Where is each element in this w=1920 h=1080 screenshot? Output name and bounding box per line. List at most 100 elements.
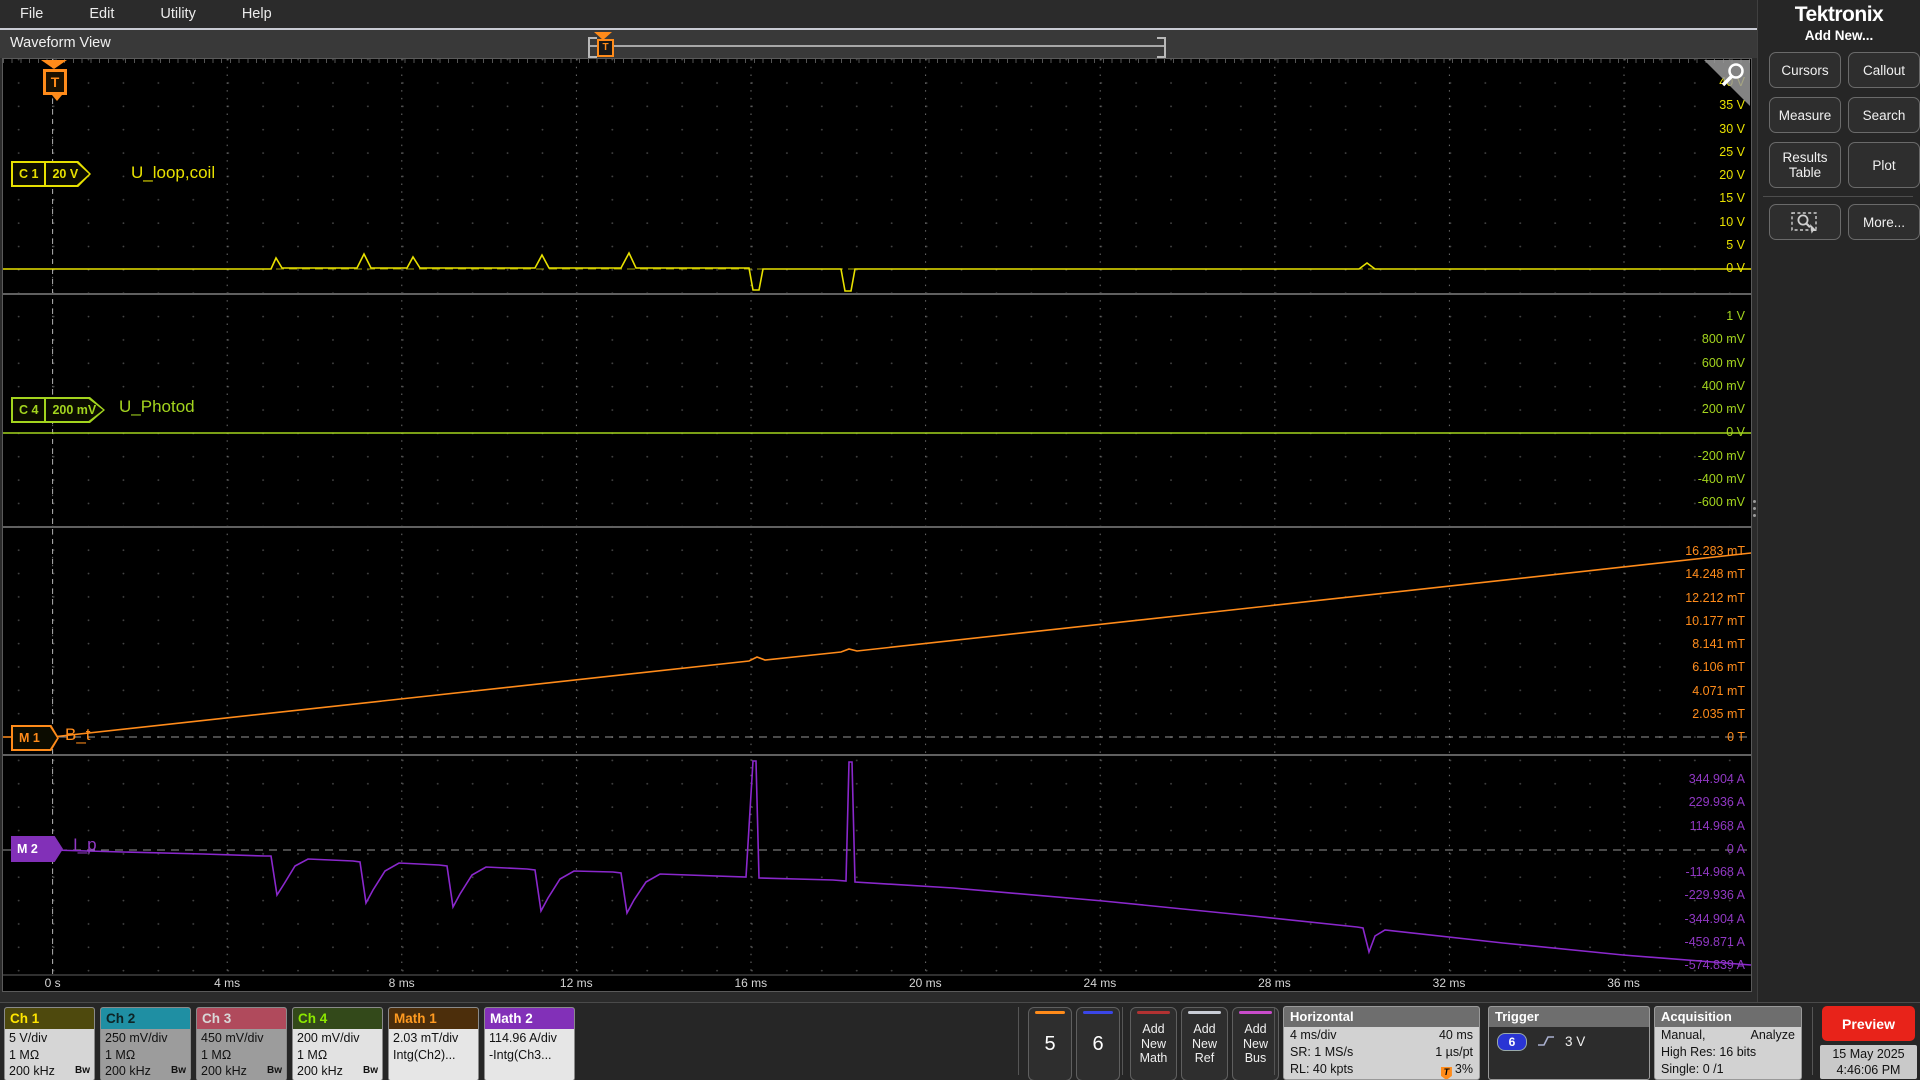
channel-scale-value: 5 V/div — [9, 1031, 48, 1045]
horizontal-panel-title: Horizontal — [1284, 1007, 1479, 1027]
axis-tick-label: -200 mV — [1697, 448, 1745, 463]
channel-badge[interactable]: Ch 4 200 mV/div 1 MΩ 200 kHz Bw — [292, 1007, 383, 1080]
axis-tick-label: 800 mV — [1701, 332, 1745, 347]
axis-tick-label: -574.839 A — [1684, 958, 1745, 972]
cursors-button[interactable]: Cursors — [1769, 52, 1841, 88]
trigger-panel[interactable]: Trigger 6 3 V — [1488, 1006, 1650, 1080]
time-tick-label: 12 ms — [559, 976, 593, 990]
axis-tick-label: 30 V — [1719, 121, 1745, 136]
trigger-marker-stem — [52, 95, 62, 101]
bandwidth-limit-badge: Bw — [267, 1065, 282, 1076]
channel-badge[interactable]: Ch 3 450 mV/div 1 MΩ 200 kHz Bw — [196, 1007, 287, 1080]
results-table-button[interactable]: Results Table — [1769, 142, 1841, 188]
axis-tick-label: 16.283 mT — [1685, 544, 1745, 558]
panel-splitter-handle[interactable] — [1753, 500, 1756, 517]
waveform-view-header: Waveform View T — [0, 28, 1757, 58]
axis-tick-label: 0 T — [1727, 730, 1745, 744]
math1-badge-id: M 1 — [19, 731, 40, 745]
trigger-marker-flag-icon[interactable]: T — [43, 69, 67, 95]
trigger-source-badge: 6 — [1497, 1033, 1527, 1051]
channel-badge[interactable]: Ch 2 250 mV/div 1 MΩ 200 kHz Bw — [100, 1007, 191, 1080]
right-sidebar: Tektronix Add New... Cursors Callout Mea… — [1757, 0, 1920, 1002]
plot-button[interactable]: Plot — [1848, 142, 1920, 188]
trigger-marker-triangle-icon[interactable] — [41, 60, 67, 69]
trigger-panel-title: Trigger — [1489, 1007, 1649, 1027]
axis-tick-label: -229.936 A — [1684, 888, 1745, 903]
trigger-position-flag-icon[interactable]: T — [597, 39, 614, 57]
axis-tick-label: 0 V — [1726, 425, 1745, 440]
math2-handle-badge[interactable]: M 2 — [11, 836, 63, 862]
settings-bar: Ch 1 5 V/div 1 MΩ 200 kHz Bw Ch 2 250 mV… — [0, 1002, 1920, 1080]
measure-button[interactable]: Measure — [1769, 97, 1841, 133]
add-button-label: Add New Bus — [1242, 1022, 1268, 1066]
time-axis-labels: 0 s 4 ms 8 ms 12 ms 16 ms 20 ms 24 ms 28 ms 32 m… — [3, 976, 1751, 992]
callout-button[interactable]: Callout — [1848, 52, 1920, 88]
axis-tick-label: 12.212 mT — [1685, 590, 1745, 605]
axis-tick-label: 600 mV — [1701, 355, 1745, 370]
preview-button[interactable]: Preview — [1822, 1006, 1915, 1041]
add-new-button[interactable]: Add New Math — [1130, 1007, 1177, 1080]
axis-tick-label: 6.106 mT — [1692, 660, 1745, 675]
menu-item[interactable]: Help — [242, 6, 272, 22]
menu-item[interactable]: Edit — [89, 6, 114, 22]
magnifier-icon — [1721, 63, 1744, 87]
channel-scale-value: 200 mV/div — [297, 1031, 360, 1045]
channel-scale-value: 2.03 mT/div — [393, 1031, 459, 1045]
ch4-handle-badge[interactable]: C 4 200 mV — [11, 397, 105, 423]
bandwidth-limit-badge: Bw — [363, 1065, 378, 1076]
ch1-trace-label[interactable]: U_loop,coil — [131, 163, 215, 183]
overview-track — [588, 45, 1166, 47]
menu-item[interactable]: Utility — [160, 6, 195, 22]
time-tick-label: 20 ms — [909, 976, 942, 990]
datetime-display: 15 May 2025 4:46:06 PM — [1820, 1045, 1917, 1079]
wave-color-stripe — [1035, 1011, 1065, 1014]
wave-number-button[interactable]: 6 — [1076, 1007, 1120, 1080]
zoom-select-button[interactable] — [1769, 204, 1841, 240]
menu-item[interactable]: File — [20, 6, 43, 22]
add-new-button[interactable]: Add New Bus — [1232, 1007, 1279, 1080]
horizontal-panel[interactable]: Horizontal 4 ms/div 40 ms SR: 1 MS/s 1 µs/… — [1283, 1006, 1480, 1080]
ch1-handle-badge[interactable]: C 1 20 V — [11, 161, 91, 187]
horizontal-overview-bar[interactable]: T — [588, 32, 1166, 58]
channel-impedance-value: 1 MΩ — [105, 1047, 136, 1062]
time-tick-label: 0 s — [44, 976, 61, 990]
axis-labels-math1: 16.283 mT 14.248 mT 12.212 mT 10.177 mT 8.14… — [1685, 540, 1745, 749]
tektronix-logo: Tektronix — [1794, 3, 1884, 26]
math2-badge-id: M 2 — [17, 842, 38, 856]
add-new-button[interactable]: Add New Ref — [1181, 1007, 1228, 1080]
channel-badge[interactable]: Math 2 114.96 A/div -Intg(Ch3... — [484, 1007, 575, 1080]
overview-right-bracket — [1157, 37, 1166, 58]
channel-scale-value: 450 mV/div — [201, 1031, 264, 1045]
more-button[interactable]: More... — [1848, 204, 1920, 240]
oscilloscope-app: File Edit Utility Help Waveform View T 3… — [0, 0, 1920, 1080]
ch4-trace-label[interactable]: U_Photod — [119, 397, 195, 417]
time-tick-label: 32 ms — [1432, 976, 1466, 990]
axis-tick-label: 400 mV — [1701, 378, 1745, 393]
channel-badge-title: Ch 3 — [197, 1008, 286, 1029]
acquisition-panel-title: Acquisition — [1655, 1007, 1801, 1027]
trigger-level-value: 3 V — [1565, 1034, 1586, 1049]
channel-impedance-value: 1 MΩ — [297, 1047, 328, 1062]
bandwidth-limit-badge: Bw — [75, 1065, 90, 1076]
menu-bar: File Edit Utility Help — [0, 0, 1757, 28]
math1-handle-badge[interactable]: M 1 — [11, 725, 59, 751]
axis-tick-label: 15 V — [1719, 191, 1745, 206]
acquisition-single-count: Single: 0 /1 — [1661, 1062, 1724, 1076]
waveform-graticule[interactable]: 40 V35 V30 V25 V20 V15 V10 V5 V0 V 1 V80… — [2, 58, 1752, 992]
wave-number-button[interactable]: 5 — [1028, 1007, 1072, 1080]
search-button[interactable]: Search — [1848, 97, 1920, 133]
channel-badge[interactable]: Math 1 2.03 mT/div Intg(Ch2)... — [388, 1007, 479, 1080]
time-tick-label: 4 ms — [214, 976, 241, 990]
channel-impedance-value: 1 MΩ — [201, 1047, 232, 1062]
acquisition-resolution: High Res: 16 bits — [1661, 1045, 1757, 1059]
acquisition-panel[interactable]: Acquisition Manual, Analyze High Res: 16 … — [1654, 1006, 1802, 1080]
time-tick-label: 16 ms — [734, 976, 768, 990]
math2-trace-label[interactable]: I_p — [73, 835, 97, 855]
add-color-stripe — [1188, 1011, 1221, 1014]
add-new-buttons: Add New Math Add New Ref Add New Bus — [1130, 1007, 1279, 1080]
channel-badge-title: Math 1 — [389, 1008, 478, 1029]
channel-scale-value: 114.96 A/div — [489, 1031, 557, 1045]
channel-impedance-value: -Intg(Ch3... — [489, 1047, 552, 1062]
math1-trace-label[interactable]: B_t — [65, 725, 91, 745]
channel-badge[interactable]: Ch 1 5 V/div 1 MΩ 200 kHz Bw — [4, 1007, 95, 1080]
